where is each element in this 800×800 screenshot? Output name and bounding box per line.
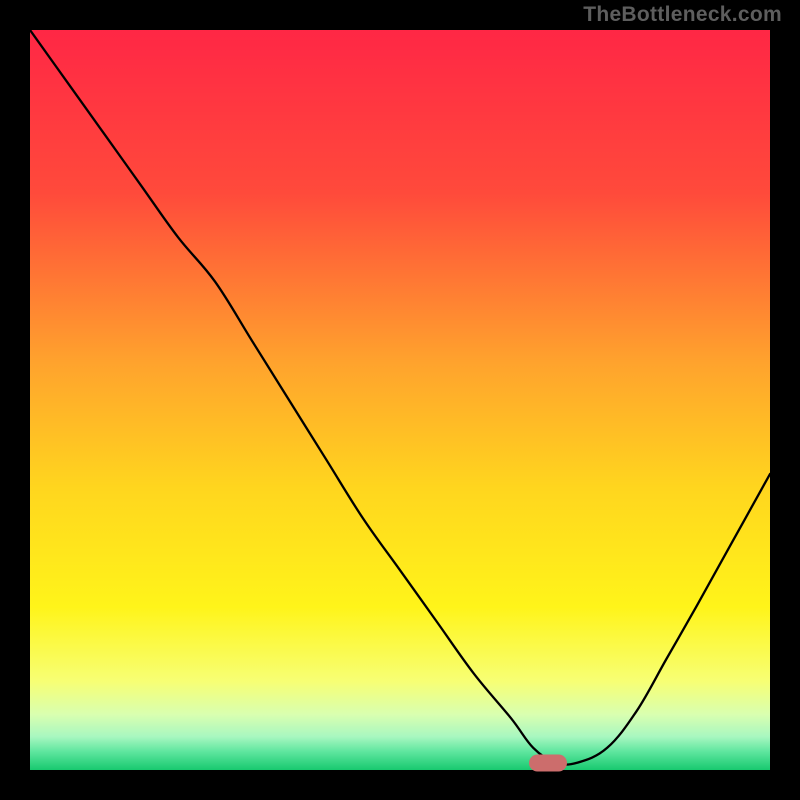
watermark-text: TheBottleneck.com	[583, 3, 782, 27]
chart-frame: TheBottleneck.com	[0, 0, 800, 800]
optimal-point-marker	[529, 754, 567, 771]
chart-svg	[30, 30, 770, 770]
plot-area	[30, 30, 770, 770]
gradient-background	[30, 30, 770, 770]
